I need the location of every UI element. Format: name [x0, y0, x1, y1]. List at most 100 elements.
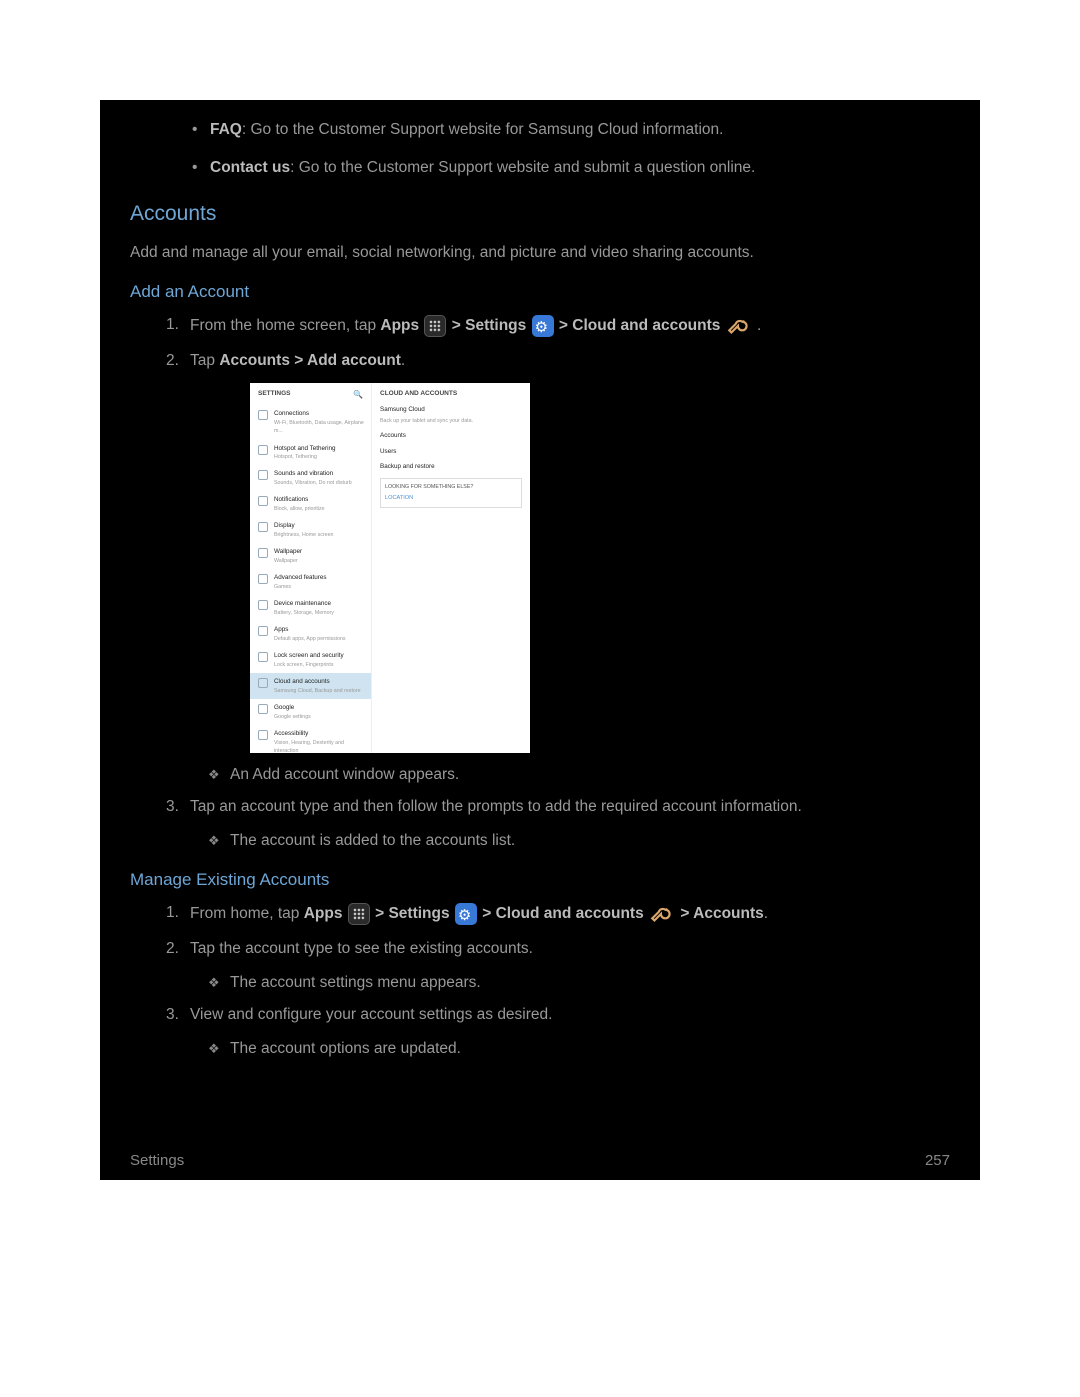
- mock-item: Samsung Cloud: [380, 405, 522, 415]
- heading-manage-accounts: Manage Existing Accounts: [130, 867, 950, 893]
- mock-row-title: Sounds and vibration: [274, 469, 352, 479]
- mock-left-header: SETTINGS 🔍: [250, 383, 371, 405]
- mock-look-header: LOOKING FOR SOMETHING ELSE?: [385, 483, 517, 491]
- mock-row-sub: Hotspot, Tethering: [274, 453, 336, 461]
- apps-icon: [348, 903, 370, 925]
- mock-row-text: Advanced featuresGames: [274, 573, 327, 591]
- mock-row-title: Connections: [274, 409, 365, 419]
- sep: >: [559, 317, 572, 334]
- mock-row: NotificationsBlock, allow, prioritize: [250, 491, 371, 517]
- mock-row: Device maintenanceBattery, Storage, Memo…: [250, 595, 371, 621]
- period: .: [764, 905, 768, 922]
- add-account-steps: 1. From the home screen, tap Apps > Sett…: [130, 313, 950, 853]
- step-number: 2.: [166, 937, 179, 961]
- bullet-contact-text: : Go to the Customer Support website and…: [290, 159, 755, 176]
- mock-row-icon: [258, 496, 268, 506]
- mock-item: Accounts: [380, 431, 522, 441]
- mock-item: Backup and restore: [380, 462, 522, 472]
- mock-row-title: Hotspot and Tethering: [274, 444, 336, 454]
- heading-add-account: Add an Account: [130, 279, 950, 305]
- mock-row-text: Sounds and vibrationSounds, Vibration, D…: [274, 469, 352, 487]
- mock-item: Users: [380, 447, 522, 457]
- mock-row-sub: Samsung Cloud, Backup and restore: [274, 687, 361, 695]
- mock-row-icon: [258, 730, 268, 740]
- mock-row-title: Wallpaper: [274, 547, 302, 557]
- search-icon: 🔍: [353, 389, 363, 401]
- mock-row-sub: Battery, Storage, Memory: [274, 609, 334, 617]
- step-number: 3.: [166, 795, 179, 819]
- mock-row-title: Notifications: [274, 495, 325, 505]
- mock-row-icon: [258, 678, 268, 688]
- m-step3-text: View and configure your account settings…: [190, 1006, 552, 1023]
- step-number: 1.: [166, 901, 179, 925]
- mock-look-link: LOCATION: [385, 494, 517, 503]
- mock-row-title: Device maintenance: [274, 599, 334, 609]
- mock-row-text: Cloud and accountsSamsung Cloud, Backup …: [274, 677, 361, 695]
- mock-row: Hotspot and TetheringHotspot, Tethering: [250, 440, 371, 466]
- mock-row: Sounds and vibrationSounds, Vibration, D…: [250, 465, 371, 491]
- period: .: [757, 317, 761, 334]
- mock-row: GoogleGoogle settings: [250, 699, 371, 725]
- sub-add-window: An Add account window appears.: [190, 763, 950, 787]
- mock-row-text: GoogleGoogle settings: [274, 703, 311, 721]
- sep: >: [680, 905, 693, 922]
- mock-row-text: AppsDefault apps, App permissions: [274, 625, 346, 643]
- heading-accounts: Accounts: [130, 198, 950, 231]
- mock-row-text: AccessibilityVision, Hearing, Dexterity …: [274, 729, 365, 755]
- period: .: [401, 352, 405, 369]
- mock-row-title: Accessibility: [274, 729, 365, 739]
- mock-row: AccessibilityVision, Hearing, Dexterity …: [250, 725, 371, 759]
- mock-row: ConnectionsWi-Fi, Bluetooth, Data usage,…: [250, 405, 371, 439]
- key-icon: [649, 901, 675, 927]
- bullet-faq-bold: FAQ: [210, 121, 242, 138]
- mock-row-sub: Default apps, App permissions: [274, 635, 346, 643]
- label-settings: Settings: [388, 905, 449, 922]
- mock-settings-label: SETTINGS: [258, 389, 291, 401]
- mock-row-text: Hotspot and TetheringHotspot, Tethering: [274, 444, 336, 462]
- mock-row-text: Device maintenanceBattery, Storage, Memo…: [274, 599, 334, 617]
- label-cloud: Cloud and accounts: [572, 317, 720, 334]
- mock-row: Advanced featuresGames: [250, 569, 371, 595]
- m-step-1: 1. From home, tap Apps > Settings > Clou…: [190, 901, 950, 927]
- mock-row-icon: [258, 548, 268, 558]
- mock-right-pane: CLOUD AND ACCOUNTS Samsung Cloud Back up…: [372, 383, 530, 753]
- mock-row-icon: [258, 626, 268, 636]
- label-accounts: Accounts: [693, 905, 764, 922]
- mock-row-icon: [258, 652, 268, 662]
- m-step1-pre: From home, tap: [190, 905, 304, 922]
- mock-row-sub: Games: [274, 583, 327, 591]
- mock-row: AppsDefault apps, App permissions: [250, 621, 371, 647]
- m-step2-text: Tap the account type to see the existing…: [190, 940, 533, 957]
- footer-section: Settings: [130, 1149, 184, 1172]
- mock-row-title: Display: [274, 521, 333, 531]
- mock-row-icon: [258, 600, 268, 610]
- key-icon: [726, 313, 752, 339]
- mock-row-title: Google: [274, 703, 311, 713]
- footer-page-number: 257: [925, 1149, 950, 1172]
- bullet-contact-bold: Contact us: [210, 159, 290, 176]
- label-apps: Apps: [304, 905, 343, 922]
- mock-row-title: Advanced features: [274, 573, 327, 583]
- mock-row-icon: [258, 574, 268, 584]
- mock-row-icon: [258, 704, 268, 714]
- mock-row-sub: Brightness, Home screen: [274, 531, 333, 539]
- gear-icon: [532, 315, 554, 337]
- mock-row-title: Cloud and accounts: [274, 677, 361, 687]
- step-3: 3. Tap an account type and then follow t…: [190, 795, 950, 819]
- mock-row-text: ConnectionsWi-Fi, Bluetooth, Data usage,…: [274, 409, 365, 435]
- mock-row-text: WallpaperWallpaper: [274, 547, 302, 565]
- mock-row-text: Lock screen and securityLock screen, Fin…: [274, 651, 344, 669]
- mock-row: Cloud and accountsSamsung Cloud, Backup …: [250, 673, 371, 699]
- mock-row: DisplayBrightness, Home screen: [250, 517, 371, 543]
- manage-steps: 1. From home, tap Apps > Settings > Clou…: [130, 901, 950, 1061]
- mock-row-title: Lock screen and security: [274, 651, 344, 661]
- apps-icon: [424, 315, 446, 337]
- mock-row-icon: [258, 445, 268, 455]
- settings-screenshot: SETTINGS 🔍 ConnectionsWi-Fi, Bluetooth, …: [250, 383, 530, 753]
- step2-bold: Accounts > Add account: [219, 352, 401, 369]
- mock-row-icon: [258, 522, 268, 532]
- label-settings: Settings: [465, 317, 526, 334]
- page-footer: Settings 257: [130, 1149, 950, 1172]
- mock-row-sub: Lock screen, Fingerprints: [274, 661, 344, 669]
- m-sub3: The account options are updated.: [190, 1037, 950, 1061]
